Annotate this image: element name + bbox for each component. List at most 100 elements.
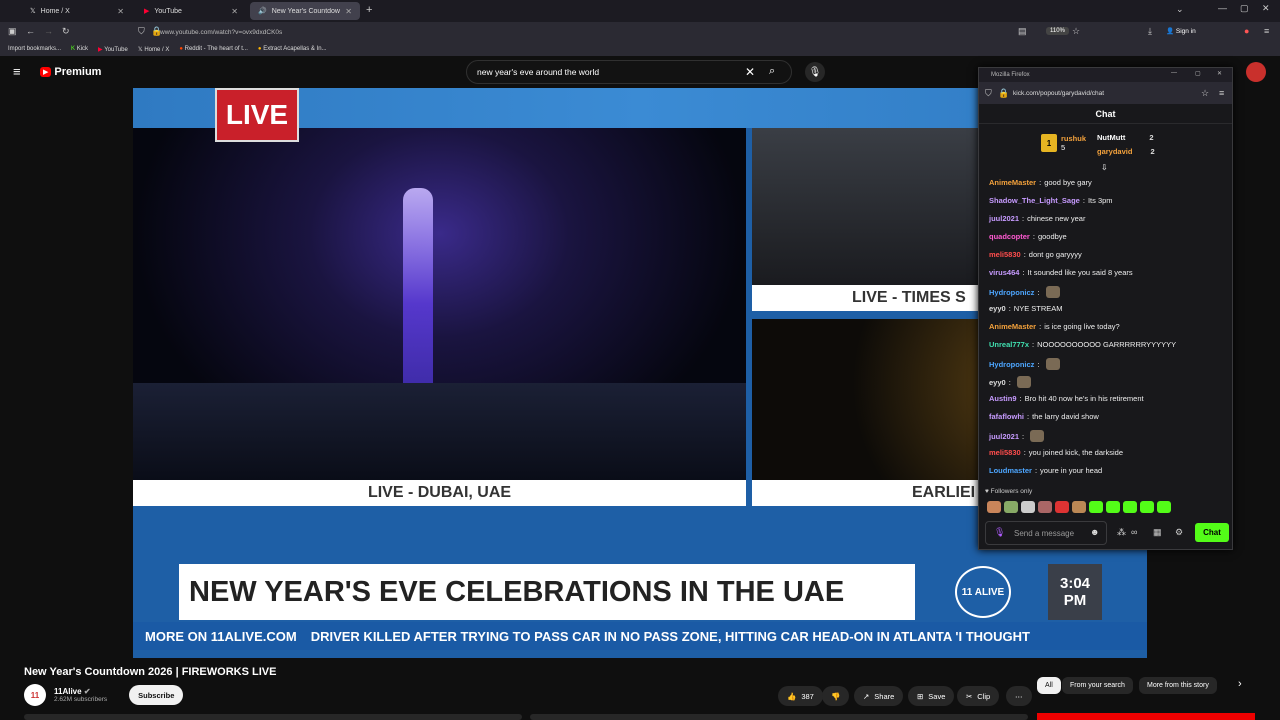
chat-username[interactable]: Hydroponicz bbox=[989, 360, 1034, 369]
emote-icon[interactable] bbox=[987, 501, 1001, 513]
close-icon[interactable]: ✕ bbox=[117, 7, 124, 16]
chat-username[interactable]: fafaflowhi bbox=[989, 412, 1024, 421]
bookmark-acapellas[interactable]: ● Extract Acapellas & In... bbox=[258, 46, 327, 52]
emote-icon[interactable] bbox=[1072, 501, 1086, 513]
maximize-icon[interactable]: ▢ bbox=[1240, 3, 1249, 14]
clear-search-icon[interactable]: ✕ bbox=[745, 65, 755, 79]
reload-icon[interactable]: ↻ bbox=[62, 26, 70, 37]
avatar[interactable] bbox=[1246, 62, 1266, 82]
emote-icon[interactable] bbox=[1004, 501, 1018, 513]
emote-icon[interactable] bbox=[1021, 501, 1035, 513]
leader-name[interactable]: rushuk bbox=[1061, 134, 1086, 143]
bookmark-youtube[interactable]: ▶ YouTube bbox=[98, 46, 128, 53]
more-actions-button[interactable]: ⋯ bbox=[1006, 686, 1032, 706]
menu-icon[interactable]: ≡ bbox=[1219, 88, 1224, 98]
channel-name[interactable]: 11Alive ✔ bbox=[54, 687, 107, 696]
city-skyline bbox=[133, 383, 746, 480]
sign-in-button[interactable]: 👤 Sign in bbox=[1166, 27, 1196, 35]
shield-icon[interactable]: ⛉ bbox=[138, 26, 145, 37]
microphone-icon[interactable]: 🎙 bbox=[994, 527, 1005, 538]
window-close-icon[interactable]: ✕ bbox=[1217, 70, 1222, 77]
chat-message-input[interactable]: 🎙 Send a message ☻ bbox=[985, 521, 1107, 545]
chat-username[interactable]: eyy0 bbox=[989, 304, 1006, 313]
subscribe-button[interactable]: Subscribe bbox=[129, 685, 184, 705]
minimize-icon[interactable]: — bbox=[1171, 70, 1177, 76]
emote-icon[interactable] bbox=[1089, 501, 1103, 513]
search-input[interactable]: new year's eve around the world ✕ ⌕ bbox=[466, 60, 792, 84]
sidebar-icon[interactable]: ▣ bbox=[8, 26, 17, 37]
chip-all[interactable]: All bbox=[1037, 677, 1061, 694]
bookmark-import[interactable]: Import bookmarks... bbox=[8, 46, 61, 52]
chat-username[interactable]: juul2021 bbox=[989, 214, 1019, 223]
microphone-icon[interactable]: 🎙 bbox=[805, 62, 825, 82]
clip-button[interactable]: ✂ Clip bbox=[957, 686, 1000, 706]
chip-from-search[interactable]: From your search bbox=[1062, 677, 1133, 694]
chat-username[interactable]: quadcopter bbox=[989, 232, 1030, 241]
window-close-icon[interactable]: ✕ bbox=[1262, 3, 1270, 14]
tab-youtube[interactable]: ▶ YouTube ✕ bbox=[136, 2, 246, 20]
close-icon[interactable]: ✕ bbox=[231, 7, 238, 16]
share-button[interactable]: ↗ Share bbox=[854, 686, 904, 706]
sign-in-label: Sign in bbox=[1175, 28, 1196, 35]
emote-icon[interactable] bbox=[1055, 501, 1069, 513]
promo-banner[interactable] bbox=[1037, 713, 1255, 720]
forward-icon[interactable]: → bbox=[44, 26, 53, 36]
menu-icon[interactable]: ≡ bbox=[1264, 26, 1269, 36]
minimize-icon[interactable]: — bbox=[1218, 3, 1227, 13]
chat-message: fafaflowhi: the larry david show bbox=[989, 412, 1099, 421]
emote-icon[interactable] bbox=[1123, 501, 1137, 513]
tab-countdown[interactable]: 🔊 New Year's Countdown 2026 ✕ bbox=[250, 2, 360, 20]
emote-icon[interactable] bbox=[1140, 501, 1154, 513]
chat-username[interactable]: Austin9 bbox=[989, 394, 1017, 403]
close-icon[interactable]: ✕ bbox=[345, 7, 352, 16]
emote-icon[interactable] bbox=[1157, 501, 1171, 513]
maximize-icon[interactable]: ▢ bbox=[1195, 70, 1201, 77]
chat-username[interactable]: meli5830 bbox=[989, 448, 1021, 457]
chat-username[interactable]: Shadow_The_Light_Sage bbox=[989, 196, 1080, 205]
gift-icon[interactable]: ▦ bbox=[1153, 527, 1162, 538]
chip-more-from-story[interactable]: More from this story bbox=[1139, 677, 1217, 694]
gear-icon[interactable]: ⚙ bbox=[1175, 527, 1183, 538]
emoji-icon[interactable]: ☻ bbox=[1090, 527, 1099, 537]
bookmark-label: YouTube bbox=[104, 46, 128, 53]
chat-username[interactable]: AnimeMaster bbox=[989, 322, 1036, 331]
send-chat-button[interactable]: Chat bbox=[1195, 523, 1229, 542]
channel-avatar[interactable]: 11 bbox=[24, 684, 46, 706]
leader-name[interactable]: NutMutt bbox=[1097, 133, 1125, 142]
download-icon[interactable]: ⤓ bbox=[1148, 26, 1152, 37]
bookmark-kick[interactable]: K Kick bbox=[71, 46, 88, 52]
search-icon[interactable]: ⌕ bbox=[769, 65, 775, 78]
dislike-button[interactable]: 👎 bbox=[822, 686, 850, 706]
chat-username[interactable]: AnimeMaster bbox=[989, 178, 1036, 187]
chat-username[interactable]: Unreal777x bbox=[989, 340, 1029, 349]
save-button[interactable]: ⊞ Save bbox=[908, 686, 955, 706]
bookmark-reddit[interactable]: ● Reddit - The heart of t... bbox=[179, 46, 248, 52]
infinity-icon[interactable]: ∞ bbox=[1131, 527, 1137, 537]
like-button[interactable]: 👍 387 bbox=[778, 686, 823, 706]
bookmark-home-x[interactable]: 𝕏 Home / X bbox=[138, 46, 170, 53]
hamburger-menu-icon[interactable]: ≡ bbox=[13, 64, 21, 79]
chat-username[interactable]: Loudmaster bbox=[989, 466, 1032, 475]
leader-name[interactable]: garydavid bbox=[1097, 147, 1132, 156]
address-bar[interactable]: www.youtube.com/watch?v=ovx9dxdCK0s bbox=[160, 25, 1090, 39]
emote-icon[interactable] bbox=[1038, 501, 1052, 513]
chat-username[interactable]: meli5830 bbox=[989, 250, 1021, 259]
chevron-right-icon[interactable]: › bbox=[1238, 678, 1242, 690]
chat-username[interactable]: Hydroponicz bbox=[989, 288, 1034, 297]
chat-username[interactable]: eyy0 bbox=[989, 378, 1006, 387]
mentions-icon[interactable]: ⁂ bbox=[1117, 527, 1126, 538]
youtube-logo[interactable]: ▶ Premium bbox=[40, 66, 101, 78]
list-tabs-icon[interactable]: ⌄ bbox=[1176, 4, 1184, 15]
bookmark-star-icon[interactable]: ☆ bbox=[1201, 88, 1209, 99]
brand-label: Premium bbox=[54, 66, 102, 78]
chat-separator: : bbox=[1032, 340, 1035, 349]
tab-home-x[interactable]: 𝕏 Home / X ✕ bbox=[22, 2, 132, 20]
chat-username[interactable]: virus464 bbox=[989, 268, 1019, 277]
popup-address-bar[interactable]: ⛉ 🔒 kick.com/popout/garydavid/chat ☆ ≡ bbox=[979, 82, 1232, 104]
chat-username[interactable]: juul2021 bbox=[989, 432, 1019, 441]
emote-icon[interactable] bbox=[1106, 501, 1120, 513]
new-tab-icon[interactable]: + bbox=[366, 4, 372, 16]
collapse-icon[interactable]: ⇩ bbox=[1101, 163, 1108, 172]
extension-icon[interactable]: ● bbox=[1244, 26, 1249, 36]
back-icon[interactable]: ← bbox=[26, 26, 35, 36]
